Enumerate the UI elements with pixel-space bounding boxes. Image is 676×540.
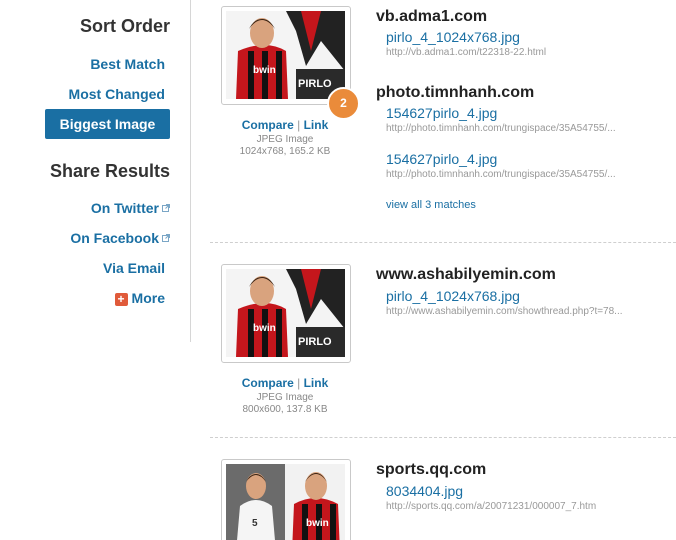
thumbnail-image: 5 bwin [226, 464, 345, 540]
overlay-name-text: PIRLO [298, 336, 332, 348]
result-thumbnail[interactable]: bwin PIRLO [221, 6, 351, 105]
overlay-name-text: PIRLO [298, 78, 332, 90]
sort-most-changed[interactable]: Most Changed [69, 86, 165, 102]
thumbnail-image: bwin PIRLO [226, 11, 345, 99]
thumb-actions: Compare | Link [220, 118, 350, 132]
image-type: JPEG Image [256, 134, 314, 145]
image-link[interactable]: Link [304, 376, 329, 390]
share-twitter-link[interactable]: On Twitter [91, 200, 170, 216]
share-facebook-label: On Facebook [70, 230, 159, 246]
separator: | [297, 376, 301, 390]
external-link-icon [162, 234, 170, 242]
sort-order-heading: Sort Order [79, 16, 170, 36]
external-link-icon [162, 204, 170, 212]
share-more-link[interactable]: + More [114, 290, 165, 306]
player-photo-image: 5 bwin [226, 464, 345, 540]
share-more-label: More [131, 290, 165, 306]
match-domain: www.ashabilyemin.com [376, 266, 556, 283]
image-dimensions: 800x600, 137.8 KB [242, 404, 328, 415]
share-email-link[interactable]: Via Email [103, 260, 165, 276]
plus-icon: + [114, 293, 128, 306]
sort-biggest-image[interactable]: Biggest Image [45, 109, 170, 139]
match-file-link[interactable]: 154627pirlo_4.jpg [386, 151, 497, 167]
match-file-link[interactable]: pirlo_4_1024x768.jpg [386, 288, 520, 304]
player-photo-image: bwin PIRLO [226, 269, 345, 357]
thumb-actions: Compare | Link [220, 376, 350, 390]
image-type: JPEG Image [256, 392, 314, 403]
match-url: http://photo.timnhanh.com/trungispace/35… [386, 123, 616, 134]
match-file-link[interactable]: 8034404.jpg [386, 483, 463, 499]
compare-link[interactable]: Compare [242, 376, 294, 390]
result-item: 5 bwin sports.qq.com 8034404.jpg http://… [210, 459, 676, 540]
thumbnail-image: bwin PIRLO [226, 269, 345, 357]
image-dimensions: 1024x768, 165.2 KB [239, 146, 331, 157]
match-domain: photo.timnhanh.com [376, 84, 535, 101]
result-divider [210, 242, 676, 243]
share-facebook-link[interactable]: On Facebook [70, 230, 170, 246]
match-url: http://photo.timnhanh.com/trungispace/35… [386, 169, 616, 180]
result-thumbnail[interactable]: bwin PIRLO [221, 264, 351, 363]
sort-best-match[interactable]: Best Match [90, 56, 165, 72]
result-thumbnail[interactable]: 5 bwin [221, 459, 351, 540]
result-divider [210, 437, 676, 438]
match-file-link[interactable]: 154627pirlo_4.jpg [386, 105, 497, 121]
player-number-text: 5 [252, 518, 258, 529]
share-twitter-label: On Twitter [90, 200, 159, 216]
match-url: http://vb.adma1.com/t22318-22.html [386, 47, 547, 58]
result-item: bwin PIRLO Compare | Link JPEG Image 800… [210, 264, 676, 424]
view-all-matches-link[interactable]: view all 3 matches [386, 199, 476, 211]
match-file-link[interactable]: pirlo_4_1024x768.jpg [386, 29, 520, 45]
jersey-sponsor-text: bwin [306, 518, 329, 529]
player-photo-image: bwin PIRLO [226, 11, 345, 99]
match-count-badge[interactable]: 2 [327, 87, 360, 120]
compare-link[interactable]: Compare [242, 118, 294, 132]
sidebar-divider [190, 0, 191, 342]
jersey-sponsor-text: bwin [253, 323, 276, 334]
image-link[interactable]: Link [304, 118, 329, 132]
match-url: http://sports.qq.com/a/20071231/000007_7… [386, 501, 597, 512]
match-domain: vb.adma1.com [376, 8, 488, 25]
match-url: http://www.ashabilyemin.com/showthread.p… [386, 306, 623, 317]
result-item: bwin PIRLO 2 Compare | Link JPEG Image 1… [210, 6, 676, 236]
jersey-sponsor-text: bwin [253, 65, 276, 76]
match-domain: sports.qq.com [376, 461, 487, 478]
sidebar: Sort Order Best Match Most Changed Bigge… [0, 0, 191, 540]
separator: | [297, 118, 301, 132]
share-results-heading: Share Results [49, 161, 170, 181]
